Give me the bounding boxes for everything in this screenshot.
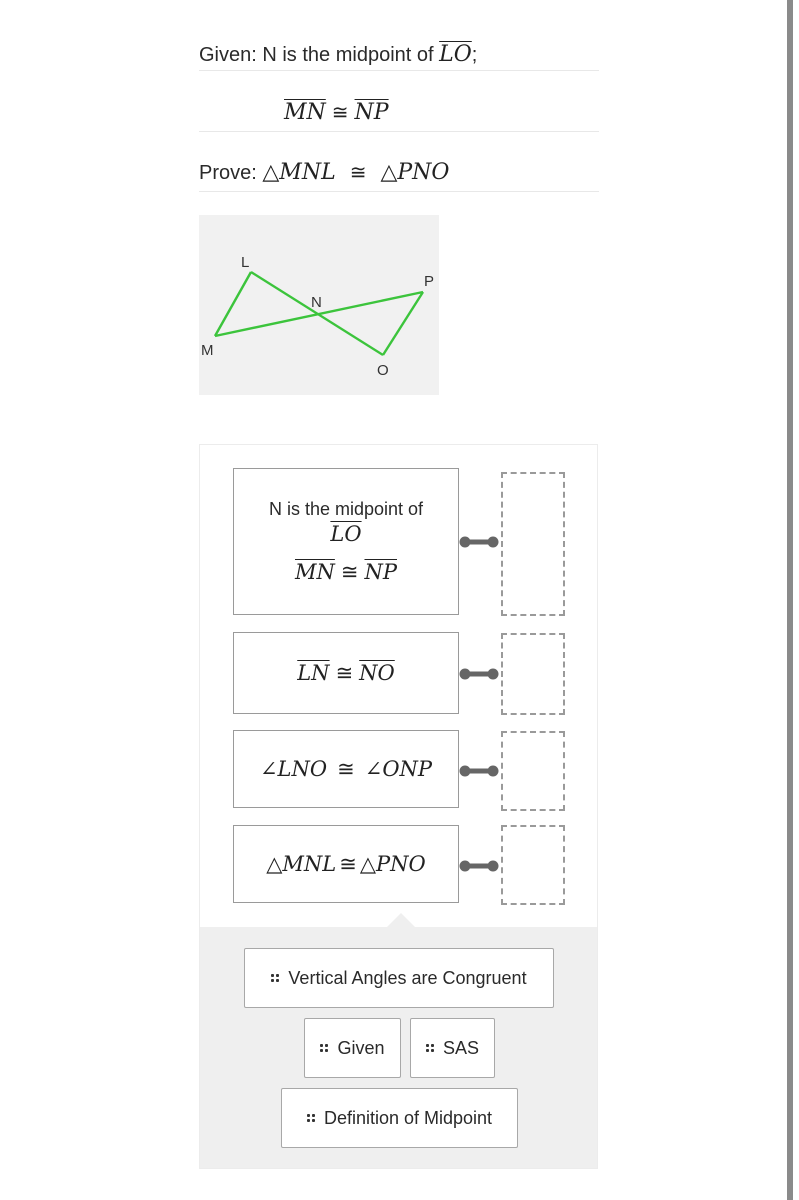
congruent-symbol: ≅: [349, 160, 367, 184]
connector-icon: [459, 860, 499, 872]
segment-mn: MN: [294, 560, 335, 584]
reason-drop-zone-4[interactable]: [501, 825, 565, 905]
divider: [199, 70, 599, 71]
statement-math: △MNL ≅ △PNO: [266, 852, 425, 876]
statement-box-1: N is the midpoint of LO MN ≅ NP: [233, 468, 459, 615]
congruent-symbol: ≅: [339, 852, 357, 876]
proof-panel: N is the midpoint of LO MN ≅ NP LN ≅ NO ∠LNO…: [199, 444, 598, 1169]
drag-grip-icon: [425, 1044, 434, 1052]
triangle-mnl: MNL: [282, 852, 337, 876]
reason-drop-zone-1[interactable]: [501, 472, 565, 616]
diagram-svg: L M N P O: [201, 254, 434, 379]
angle-lno: LNO: [277, 757, 328, 781]
congruent-symbol: ≅: [331, 100, 349, 124]
statement-text: N is the midpoint of: [268, 499, 424, 519]
reason-vertical-angles[interactable]: Vertical Angles are Congruent: [244, 948, 554, 1008]
scrollbar[interactable]: [787, 0, 793, 1200]
reason-label: Given: [337, 1037, 385, 1058]
statement-math: MN ≅ NP: [295, 560, 397, 584]
angle-symbol: ∠: [259, 757, 278, 781]
segment-lm: [213, 271, 253, 337]
given-segment: LO: [439, 42, 472, 67]
reason-definition-midpoint[interactable]: Definition of Midpoint: [281, 1088, 518, 1148]
segment-lo: [250, 270, 384, 357]
triangle-pno: PNO: [376, 852, 426, 876]
congruent-symbol: ≅: [335, 661, 354, 685]
statement-math: ∠LNO ≅ ∠ONP: [260, 757, 432, 781]
statement-box-3: ∠LNO ≅ ∠ONP: [233, 730, 459, 808]
angle-symbol: ∠: [364, 757, 383, 781]
point-label-n: N: [311, 294, 322, 311]
segment-np: NP: [364, 560, 397, 584]
reason-sas[interactable]: SAS: [410, 1018, 495, 1078]
connector-icon: [459, 668, 499, 680]
given-suffix: ;: [471, 44, 478, 66]
reason-drop-zone-3[interactable]: [501, 731, 565, 811]
drag-grip-icon: [306, 1114, 315, 1122]
divider: [199, 191, 599, 192]
bank-pointer: [387, 913, 415, 927]
divider: [199, 131, 599, 132]
prove-statement: Prove: △MNL ≅ △PNO: [199, 160, 449, 185]
reason-label: SAS: [442, 1037, 480, 1058]
segment-mn: MN: [284, 100, 326, 125]
segment-np: NP: [354, 100, 389, 125]
point-label-o: O: [377, 362, 389, 379]
statement-math: LN ≅ NO: [297, 661, 395, 685]
congruent-symbol: ≅: [337, 757, 355, 781]
prove-label: Prove:: [199, 162, 257, 184]
triangle-pno: PNO: [397, 160, 450, 185]
reason-label: Definition of Midpoint: [323, 1107, 493, 1128]
point-label-m: M: [201, 342, 214, 359]
reason-bank: Vertical Angles are Congruent Given SAS …: [200, 927, 597, 1168]
triangle-mnl: MNL: [279, 160, 336, 185]
triangle-symbol: △: [359, 852, 376, 876]
segment-lo: LO: [330, 522, 362, 546]
congruent-symbol: ≅: [340, 560, 359, 584]
segment-po: [381, 291, 425, 356]
drag-grip-icon: [271, 974, 280, 982]
reason-label: Vertical Angles are Congruent: [288, 967, 527, 988]
triangle-symbol: △: [380, 160, 398, 185]
triangle-symbol: △: [266, 852, 283, 876]
point-label-l: L: [241, 254, 249, 271]
reason-given[interactable]: Given: [304, 1018, 401, 1078]
reason-drop-zone-2[interactable]: [501, 633, 565, 715]
given-congruence: MN ≅ NP: [284, 100, 389, 125]
given-statement: Given: N is the midpoint of LO;: [199, 42, 477, 67]
geometry-diagram: L M N P O: [199, 215, 439, 395]
statement-box-4: △MNL ≅ △PNO: [233, 825, 459, 903]
statement-box-2: LN ≅ NO: [233, 632, 459, 714]
given-label: Given: N is the midpoint of: [199, 44, 434, 66]
drag-grip-icon: [320, 1044, 329, 1052]
segment-ln: LN: [297, 661, 330, 685]
connector-icon: [459, 765, 499, 777]
angle-onp: ONP: [382, 757, 433, 781]
point-label-p: P: [424, 273, 434, 290]
triangle-symbol: △: [262, 160, 280, 185]
segment-no: NO: [359, 661, 395, 685]
connector-icon: [459, 536, 499, 548]
